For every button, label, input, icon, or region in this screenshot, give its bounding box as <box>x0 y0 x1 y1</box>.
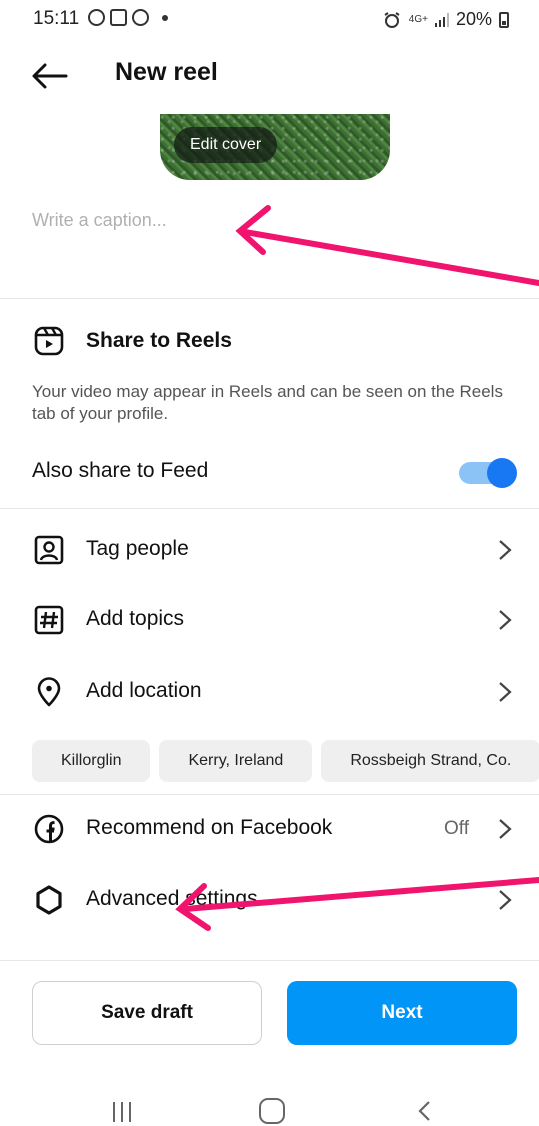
tag-people-row[interactable]: Tag people <box>0 522 539 578</box>
location-pin-icon <box>37 677 61 707</box>
recommend-facebook-row[interactable]: Recommend on Facebook Off <box>0 801 539 857</box>
do-not-disturb-icon <box>132 9 149 26</box>
status-time: 15:11 <box>33 8 80 29</box>
divider <box>0 794 539 795</box>
gear-icon <box>36 885 62 915</box>
divider <box>0 298 539 299</box>
location-suggestions: Killorglin Kerry, Ireland Rossbeigh Strand… <box>32 740 539 782</box>
save-draft-button[interactable]: Save draft <box>32 981 262 1045</box>
app-header: New reel <box>0 52 539 98</box>
next-button[interactable]: Next <box>287 981 517 1045</box>
location-chip[interactable]: Rossbeigh Strand, Co. <box>321 740 539 782</box>
radio-icon <box>110 9 127 26</box>
add-topics-label: Add topics <box>86 607 185 630</box>
back-arrow-icon <box>32 63 68 89</box>
share-to-reels-description: Your video may appear in Reels and can b… <box>32 382 503 423</box>
chevron-right-icon <box>499 819 512 839</box>
page-title: New reel <box>115 58 218 86</box>
caption-input[interactable] <box>32 205 502 235</box>
advanced-settings-row[interactable]: Advanced settings <box>0 872 539 928</box>
add-topics-row[interactable]: Add topics <box>0 592 539 648</box>
system-back-button[interactable] <box>414 1097 436 1125</box>
hashtag-icon <box>34 605 64 635</box>
edit-cover-button[interactable]: Edit cover <box>174 127 278 163</box>
tag-people-icon <box>34 535 64 565</box>
share-to-reels-title: Share to Reels <box>86 329 232 352</box>
video-cover-thumbnail[interactable]: Edit cover <box>160 114 390 180</box>
notification-icons <box>88 9 168 26</box>
signal-icon <box>434 12 449 27</box>
battery-icon <box>499 11 509 28</box>
battery-percent: 20% <box>455 9 492 29</box>
chevron-right-icon <box>499 610 512 630</box>
divider <box>0 960 539 961</box>
more-notifications-icon <box>162 14 168 21</box>
whatsapp-icon <box>88 9 105 26</box>
recommend-facebook-label: Recommend on Facebook <box>86 816 333 839</box>
reels-icon <box>34 326 64 356</box>
home-button[interactable] <box>259 1098 285 1124</box>
location-chip[interactable]: Killorglin <box>32 740 151 782</box>
facebook-icon <box>34 814 64 844</box>
location-chip[interactable]: Kerry, Ireland <box>159 740 313 782</box>
status-right: 4G+ 20% <box>382 9 509 30</box>
also-share-feed-label: Also share to Feed <box>32 459 209 482</box>
alarm-icon <box>384 11 400 28</box>
status-bar: 15:11 4G+ 20% <box>0 0 539 40</box>
chevron-right-icon <box>499 890 512 910</box>
tag-people-label: Tag people <box>86 537 189 560</box>
divider <box>0 508 539 509</box>
chevron-right-icon <box>499 682 512 702</box>
network-type: 4G+ <box>408 13 428 25</box>
add-location-label: Add location <box>86 679 202 702</box>
toggle-knob <box>487 458 517 488</box>
recent-apps-button[interactable] <box>113 1102 131 1122</box>
add-location-row[interactable]: Add location <box>0 664 539 720</box>
advanced-settings-label: Advanced settings <box>86 887 258 910</box>
back-button[interactable] <box>30 58 70 94</box>
chevron-right-icon <box>499 540 512 560</box>
share-to-feed-toggle[interactable] <box>459 458 517 488</box>
recommend-facebook-value: Off <box>444 818 469 839</box>
